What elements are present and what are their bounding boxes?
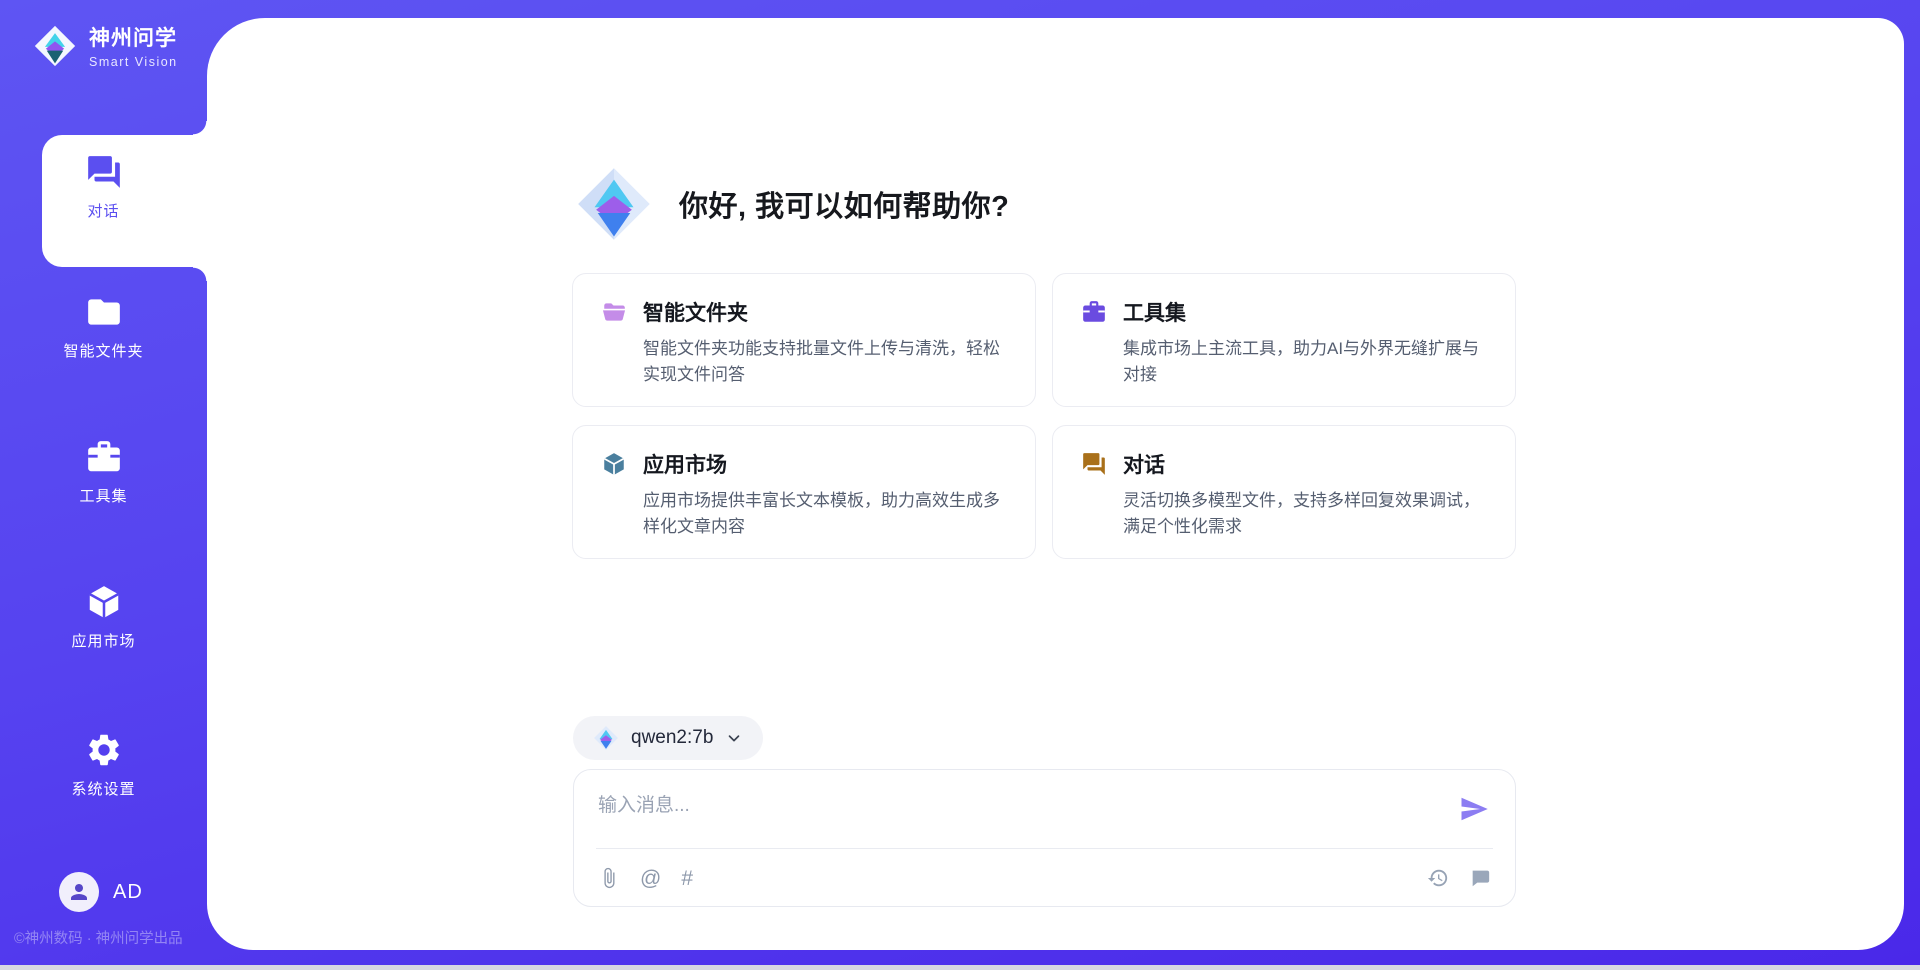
message-composer: @ #	[573, 769, 1516, 907]
greeting-text: 你好, 我可以如何帮助你?	[679, 183, 1009, 225]
card-description: 智能文件夹功能支持批量文件上传与清洗，轻松实现文件问答	[643, 336, 1009, 387]
card-app-market[interactable]: 应用市场 应用市场提供丰富长文本模板，助力高效生成多样化文章内容	[572, 425, 1036, 559]
card-chat[interactable]: 对话 灵活切换多模型文件，支持多样回复效果调试，满足个性化需求	[1052, 425, 1516, 559]
toolbox-icon	[85, 438, 123, 476]
tab-fillet-bottom	[193, 267, 207, 281]
toolbox-icon	[1081, 299, 1107, 325]
composer-toolbar: @ #	[598, 849, 1491, 907]
folder-icon	[601, 299, 627, 325]
card-description: 集成市场上主流工具，助力AI与外界无缝扩展与对接	[1123, 336, 1489, 387]
sidebar-item-label: 系统设置	[71, 778, 135, 799]
folder-icon	[85, 293, 123, 331]
message-input[interactable]	[598, 786, 1418, 826]
person-icon	[67, 880, 91, 904]
chat-bubble-icon[interactable]	[1469, 867, 1491, 889]
sidebar-item-label: 应用市场	[71, 630, 135, 651]
tab-fillet-top	[193, 121, 207, 135]
chevron-down-icon	[725, 729, 743, 747]
hash-icon[interactable]: #	[681, 868, 693, 889]
assistant-logo-icon	[575, 165, 653, 243]
main-content: 你好, 我可以如何帮助你? 智能文件夹 智能文件夹功能支持批量文件上传与清洗，轻…	[207, 18, 1904, 950]
model-name: qwen2:7b	[631, 727, 713, 749]
chat-icon	[1081, 451, 1107, 477]
card-title: 对话	[1123, 449, 1165, 479]
brand-subtitle: Smart Vision	[89, 55, 178, 69]
brand: 神州问学 Smart Vision	[33, 22, 178, 69]
send-icon[interactable]	[1459, 794, 1489, 824]
cube-icon	[601, 451, 627, 477]
card-description: 应用市场提供丰富长文本模板，助力高效生成多样化文章内容	[643, 488, 1009, 539]
card-smart-folder[interactable]: 智能文件夹 智能文件夹功能支持批量文件上传与清洗，轻松实现文件问答	[572, 273, 1036, 407]
card-description: 灵活切换多模型文件，支持多样回复效果调试，满足个性化需求	[1123, 488, 1489, 539]
sidebar-item-label: 智能文件夹	[63, 340, 143, 361]
at-icon[interactable]: @	[640, 868, 661, 889]
user-account[interactable]: AD	[59, 872, 143, 912]
sidebar-item-label: 对话	[87, 200, 119, 221]
diamond-logo-icon	[33, 24, 77, 68]
app-window: 神州问学 Smart Vision 对话 智能文件夹	[0, 0, 1920, 970]
card-toolset[interactable]: 工具集 集成市场上主流工具，助力AI与外界无缝扩展与对接	[1052, 273, 1516, 407]
sidebar-item-folders[interactable]: 智能文件夹	[0, 293, 207, 361]
bottom-edge-strip	[0, 965, 1920, 970]
card-title: 智能文件夹	[643, 297, 748, 327]
greeting-block: 你好, 我可以如何帮助你?	[575, 165, 1009, 243]
sidebar-item-toolbox[interactable]: 工具集	[0, 438, 207, 506]
history-icon[interactable]	[1427, 867, 1449, 889]
model-selector[interactable]: qwen2:7b	[573, 716, 763, 760]
paperclip-icon[interactable]	[598, 867, 620, 889]
sidebar-item-chat[interactable]: 对话	[0, 153, 207, 221]
avatar	[59, 872, 99, 912]
model-logo-icon	[593, 725, 619, 751]
chat-icon	[85, 153, 123, 191]
cube-icon	[85, 583, 123, 621]
sidebar: 神州问学 Smart Vision 对话 智能文件夹	[0, 0, 207, 970]
sidebar-item-app-market[interactable]: 应用市场	[0, 583, 207, 651]
sidebar-item-settings[interactable]: 系统设置	[0, 731, 207, 799]
card-title: 工具集	[1123, 297, 1186, 327]
gear-icon	[85, 731, 123, 769]
feature-cards: 智能文件夹 智能文件夹功能支持批量文件上传与清洗，轻松实现文件问答 工具集 集成…	[572, 273, 1516, 559]
brand-name: 神州问学	[89, 22, 178, 52]
user-initials: AD	[113, 881, 143, 904]
copyright-footer: ©神州数码 · 神州问学出品	[14, 927, 183, 948]
sidebar-item-label: 工具集	[79, 485, 127, 506]
card-title: 应用市场	[643, 449, 727, 479]
